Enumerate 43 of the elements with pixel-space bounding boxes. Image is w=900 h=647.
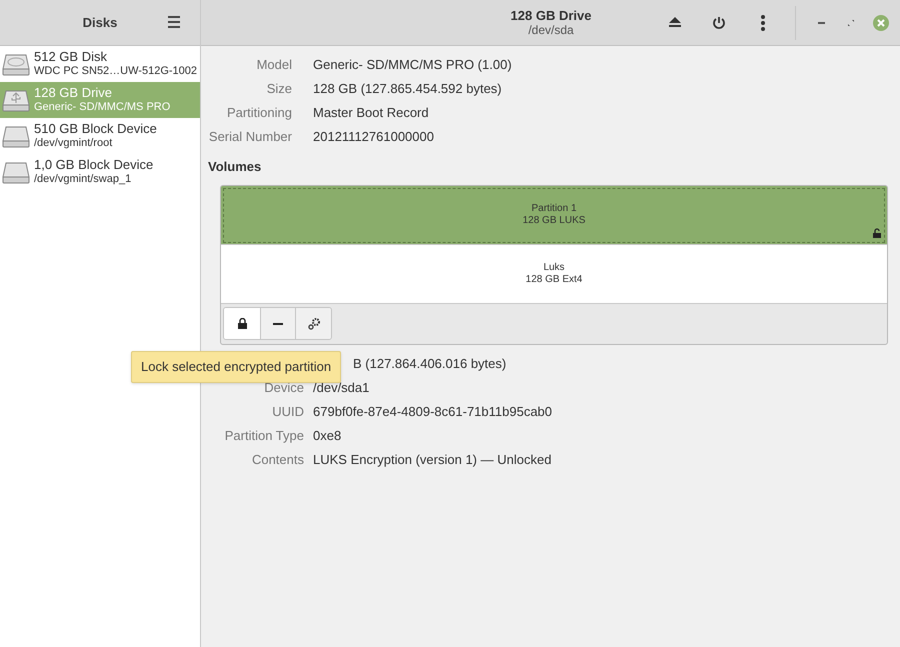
disk-detail: Generic- SD/MMC/MS PRO bbox=[34, 100, 170, 114]
volume-name: Luks bbox=[543, 262, 565, 274]
property-label: Size bbox=[266, 80, 292, 98]
disk-detail: WDC PC SN52…UW-512G-1002 bbox=[34, 64, 198, 78]
menu-icon[interactable] bbox=[168, 16, 180, 28]
disk-name: 1,0 GB Block Device bbox=[34, 158, 154, 172]
property-label: Serial Number bbox=[208, 128, 292, 146]
volume-detail: 128 GB Ext4 bbox=[526, 274, 582, 286]
minus-icon bbox=[273, 322, 283, 324]
property-value: Generic- SD/MMC/MS PRO (1.00) bbox=[313, 56, 512, 74]
tooltip: Lock selected encrypted partition bbox=[131, 351, 342, 382]
padlock-icon bbox=[238, 318, 246, 329]
volume-detail: 128 GB LUKS bbox=[522, 214, 586, 226]
disk-list-item[interactable]: 1,0 GB Block Device /dev/vgmint/swap_1 bbox=[0, 154, 200, 190]
disk-detail: /dev/vgmint/root bbox=[34, 136, 114, 150]
disk-list-item[interactable]: 510 GB Block Device /dev/vgmint/root bbox=[0, 118, 200, 154]
sidebar-title: Disks bbox=[82, 14, 118, 32]
disk-name: 512 GB Disk bbox=[34, 50, 108, 64]
property-label: Model bbox=[256, 56, 292, 74]
property-value: 128 GB (127.865.454.592 bytes) bbox=[313, 80, 502, 98]
property-label: UUID bbox=[271, 402, 304, 421]
volume-name: Partition 1 bbox=[531, 202, 577, 214]
property-label: Partitioning bbox=[226, 104, 292, 122]
settings-button[interactable] bbox=[296, 308, 331, 339]
disk-detail: /dev/vgmint/swap_1 bbox=[34, 172, 132, 186]
section-heading: Volumes bbox=[208, 158, 262, 176]
disk-list-item[interactable]: 512 GB Disk WDC PC SN52…UW-512G-1002 bbox=[0, 46, 200, 82]
lock-button[interactable] bbox=[224, 308, 261, 339]
gears-icon bbox=[306, 316, 320, 330]
property-value: B (127.864.406.016 bytes) bbox=[353, 354, 506, 373]
property-label: Contents bbox=[250, 450, 304, 469]
property-value: 0xe8 bbox=[313, 426, 342, 445]
disk-name: 510 GB Block Device bbox=[34, 122, 157, 136]
property-label: Partition Type bbox=[224, 426, 304, 445]
property-value: LUKS Encryption (version 1) — Unlocked bbox=[313, 450, 552, 469]
window-title: 128 GB Drive bbox=[510, 8, 592, 23]
volume-block[interactable]: Luks 128 GB Ext4 bbox=[221, 244, 887, 304]
disk-name: 128 GB Drive bbox=[34, 86, 114, 100]
volume-block[interactable]: Partition 1 128 GB LUKS bbox=[221, 186, 887, 244]
property-value: Master Boot Record bbox=[313, 104, 429, 122]
property-value: 679bf0fe-87e4-4809-8c61-71b11b95cab0 bbox=[313, 402, 552, 421]
window-subtitle: /dev/sda bbox=[528, 23, 574, 38]
property-value: 20121112761000000 bbox=[313, 128, 434, 146]
